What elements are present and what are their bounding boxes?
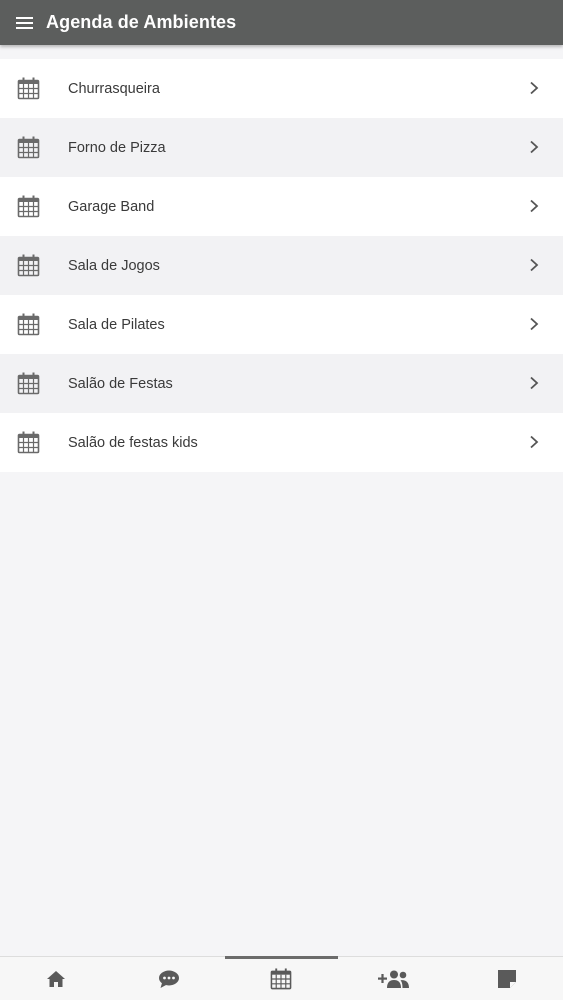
list-item[interactable]: Garage Band bbox=[0, 177, 563, 236]
chevron-right-icon bbox=[527, 376, 541, 390]
bottom-nav bbox=[0, 956, 563, 1000]
list-item[interactable]: Sala de Jogos bbox=[0, 236, 563, 295]
add-person-icon bbox=[378, 969, 410, 989]
hamburger-menu-icon bbox=[16, 16, 34, 30]
chevron-right-icon bbox=[527, 317, 541, 331]
tab-notes[interactable] bbox=[450, 957, 563, 1000]
tab-chat[interactable] bbox=[113, 957, 226, 1000]
calendar-icon bbox=[17, 77, 40, 100]
calendar-icon bbox=[17, 254, 40, 277]
calendar-icon bbox=[17, 372, 40, 395]
tab-home[interactable] bbox=[0, 957, 113, 1000]
calendar-icon bbox=[17, 136, 40, 159]
list-item-label: Forno de Pizza bbox=[68, 139, 166, 156]
chevron-right-icon bbox=[527, 81, 541, 95]
list-item-label: Garage Band bbox=[68, 198, 155, 215]
page-title: Agenda de Ambientes bbox=[46, 12, 237, 32]
app-bar: Agenda de Ambientes bbox=[0, 0, 563, 45]
chat-bubble-icon bbox=[158, 969, 180, 989]
list-item[interactable]: Sala de Pilates bbox=[0, 295, 563, 354]
chevron-right-icon bbox=[527, 199, 541, 213]
calendar-icon bbox=[270, 967, 292, 990]
chevron-right-icon bbox=[527, 258, 541, 272]
chevron-right-icon bbox=[527, 140, 541, 154]
list-item-label: Sala de Pilates bbox=[68, 316, 165, 333]
list-item-label: Salão de festas kids bbox=[68, 434, 198, 451]
tab-add-person[interactable] bbox=[338, 957, 451, 1000]
menu-button[interactable] bbox=[0, 0, 46, 45]
list-item[interactable]: Salão de Festas bbox=[0, 354, 563, 413]
calendar-icon bbox=[17, 195, 40, 218]
list-item-label: Churrasqueira bbox=[68, 80, 160, 97]
list-item[interactable]: Forno de Pizza bbox=[0, 118, 563, 177]
list-item[interactable]: Churrasqueira bbox=[0, 59, 563, 118]
home-icon bbox=[46, 970, 66, 988]
tab-calendar[interactable] bbox=[225, 956, 338, 1000]
chevron-right-icon bbox=[527, 435, 541, 449]
list-item-label: Salão de Festas bbox=[68, 375, 173, 392]
note-icon bbox=[497, 969, 517, 989]
calendar-icon bbox=[17, 313, 40, 336]
calendar-icon bbox=[17, 431, 40, 454]
list-item-label: Sala de Jogos bbox=[68, 257, 160, 274]
list-item[interactable]: Salão de festas kids bbox=[0, 413, 563, 472]
ambientes-list: Churrasqueira Forno de Pizza Garage Band… bbox=[0, 59, 563, 472]
